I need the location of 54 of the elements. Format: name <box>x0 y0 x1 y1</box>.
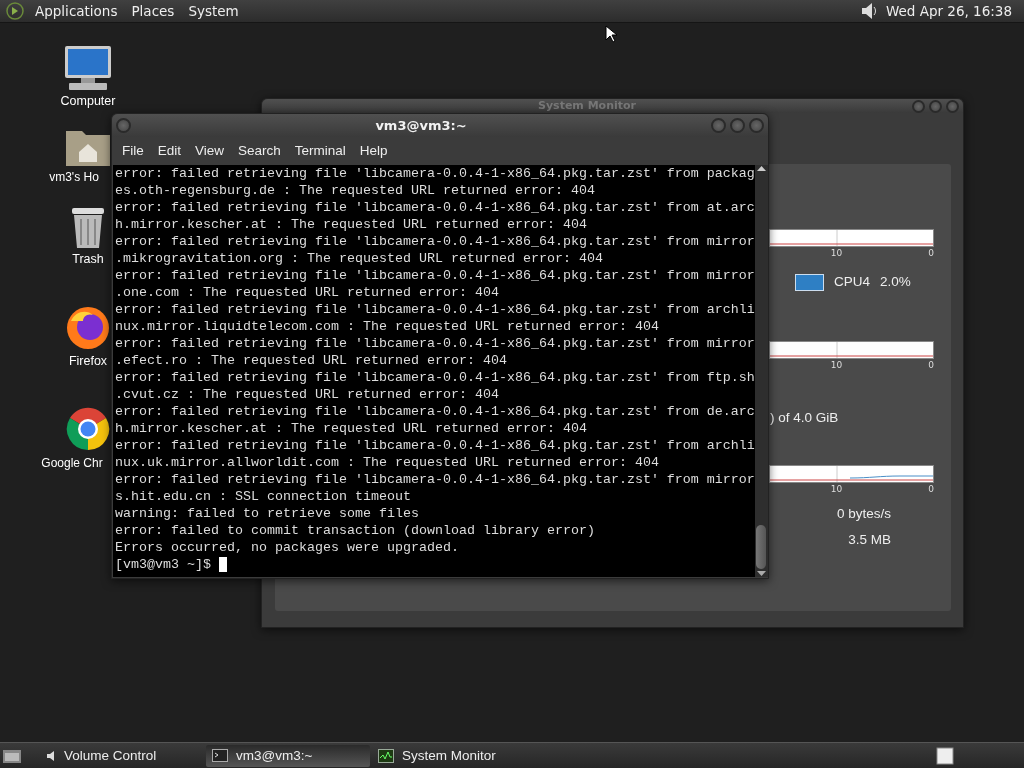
terminal-line: nux.mirror.liquidtelecom.com : The requested URL returned error: 404 <box>115 318 660 335</box>
terminal-line: h.mirror.kescher.at : The requested URL returned error: 404 <box>115 216 588 233</box>
panel-menu[interactable]: System <box>181 3 246 19</box>
terminal-line: error: failed retrieving file 'libcamera-0.0.4-1-x86_64.pkg.tar.zst' from packag <box>115 165 755 182</box>
terminal-line: error: failed retrieving file 'libcamera-0.0.4-1-x86_64.pkg.tar.zst' from mirror <box>115 267 755 284</box>
terminal-line: error: failed retrieving file 'libcamera-0.0.4-1-x86_64.pkg.tar.zst' from archli <box>115 437 755 454</box>
terminal-line: error: failed retrieving file 'libcamera-0.0.4-1-x86_64.pkg.tar.zst' from archli <box>115 301 755 318</box>
terminal-line: h.mirror.kescher.at : The requested URL returned error: 404 <box>115 420 588 437</box>
menu-item[interactable]: File <box>115 142 151 158</box>
axis-tick-label: 10 <box>830 483 843 495</box>
cpu-label: CPU4 <box>834 274 870 290</box>
clock[interactable]: Wed Apr 26, 16:38 <box>877 3 1018 19</box>
taskbar-button[interactable]: vm3@vm3:~ <box>206 744 370 767</box>
taskbar-button[interactable]: System Monitor <box>372 744 536 767</box>
axis-tick-label: 10 <box>830 359 843 371</box>
terminal-line: .efect.ro : The requested URL returned error: 404 <box>115 352 508 369</box>
panel-menu[interactable]: Places <box>124 3 182 19</box>
terminal-line: warning: failed to retrieve some files <box>115 505 420 522</box>
terminal-line: .cvut.cz : The requested URL returned error: 404 <box>115 386 500 403</box>
network-stat: 3.5 MB <box>848 532 891 548</box>
network-stat: 0 bytes/s <box>836 506 891 522</box>
menu-item[interactable]: View <box>188 142 232 158</box>
panel-menu[interactable]: Applications <box>28 3 125 19</box>
window-title: vm3@vm3:~ <box>374 118 468 133</box>
terminal-line: error: failed retrieving file 'libcamera-0.0.4-1-x86_64.pkg.tar.zst' from at.arc <box>115 199 755 216</box>
terminal-line: Errors occurred, no packages were upgraded. <box>115 539 460 556</box>
shell-prompt: [vm3@vm3 ~]$ <box>115 556 211 573</box>
terminal-line: error: failed retrieving file 'libcamera-0.0.4-1-x86_64.pkg.tar.zst' from ftp.sh <box>115 369 755 386</box>
terminal-line: error: failed to commit transaction (download library error) <box>115 522 596 539</box>
terminal-line: error: failed retrieving file 'libcamera-0.0.4-1-x86_64.pkg.tar.zst' from mirror <box>115 233 755 250</box>
axis-tick-label: 0 <box>928 359 934 371</box>
axis-tick-label: 10 <box>830 247 843 259</box>
menu-item[interactable]: Search <box>231 142 288 158</box>
desktop-icon-label[interactable]: Google Chr <box>41 456 103 470</box>
terminal-line: nux.uk.mirror.allworldit.com : The requested URL returned error: 404 <box>115 454 660 471</box>
axis-tick-label: 0 <box>928 247 934 259</box>
terminal-line: s.hit.edu.cn : SSL connection timeout <box>115 488 412 505</box>
desktop-icon-label[interactable]: Trash <box>72 252 104 266</box>
terminal-line: error: failed retrieving file 'libcamera-0.0.4-1-x86_64.pkg.tar.zst' from mirror <box>115 335 755 352</box>
memory-usage-text: ) of 4.0 GiB <box>770 410 839 426</box>
terminal-line: .one.com : The requested URL returned error: 404 <box>115 284 500 301</box>
terminal-line: .mikrogravitation.org : The requested URL returned error: 404 <box>115 250 604 267</box>
desktop-icon-label[interactable]: Firefox <box>68 354 108 368</box>
menu-item[interactable]: Terminal <box>287 142 353 158</box>
axis-tick-label: 0 <box>928 483 934 495</box>
taskbar-button[interactable]: Volume Control <box>40 744 204 767</box>
desktop-icon-label[interactable]: Computer <box>60 94 116 108</box>
menu-item[interactable]: Help <box>352 142 395 158</box>
terminal-line: error: failed retrieving file 'libcamera-0.0.4-1-x86_64.pkg.tar.zst' from de.arc <box>115 403 755 420</box>
terminal-line: es.oth-regensburg.de : The requested URL returned error: 404 <box>115 182 596 199</box>
menu-item[interactable]: Edit <box>150 142 189 158</box>
terminal-line: error: failed retrieving file 'libcamera-0.0.4-1-x86_64.pkg.tar.zst' from mirror <box>115 471 755 488</box>
cpu-percentage: 2.0% <box>880 274 911 290</box>
desktop-icon-label[interactable]: vm3's Ho <box>49 170 99 184</box>
